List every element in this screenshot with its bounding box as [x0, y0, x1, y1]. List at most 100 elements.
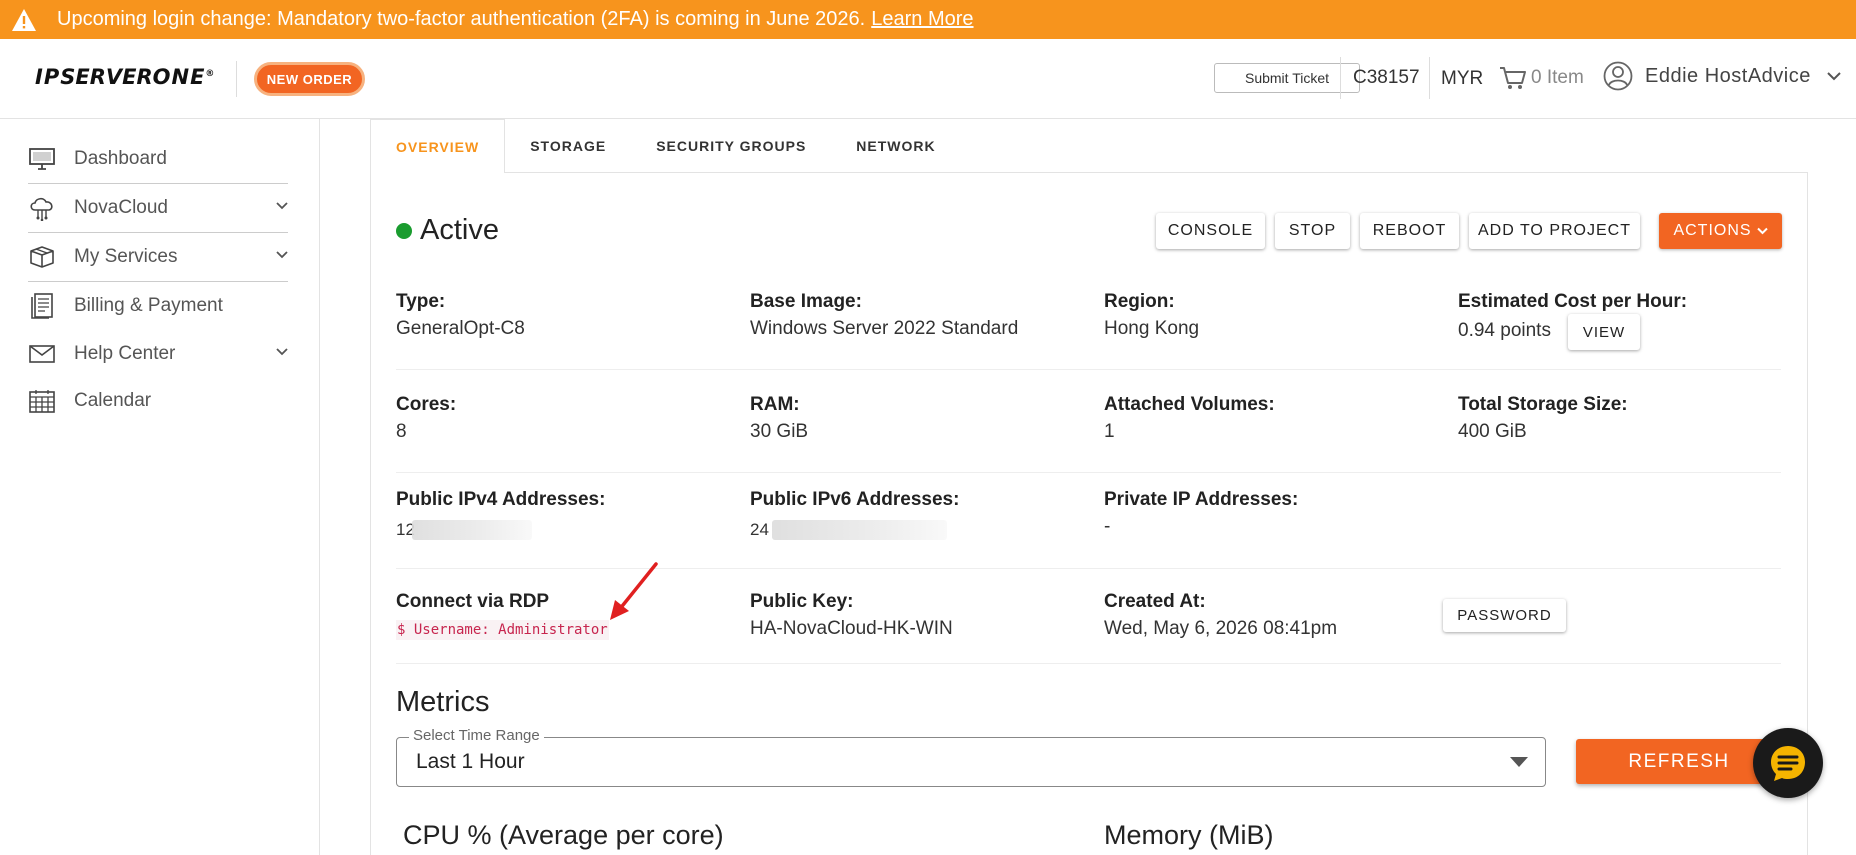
ipv6-label: Public IPv6 Addresses:	[750, 489, 960, 510]
rdp-username-code: $ Username: Administrator	[396, 620, 609, 640]
attached-volumes-value: 1	[1104, 421, 1115, 442]
monitor-icon	[28, 146, 56, 172]
rdp-label: Connect via RDP	[396, 591, 550, 612]
private-ip-label: Private IP Addresses:	[1104, 489, 1299, 510]
redacted-ipv4	[412, 520, 532, 540]
stop-button[interactable]: STOP	[1275, 213, 1350, 249]
chevron-down-icon	[276, 251, 288, 259]
base-image-value: Windows Server 2022 Standard	[750, 318, 1019, 339]
currency-selector[interactable]: MYR	[1441, 68, 1483, 90]
divider	[1429, 57, 1430, 99]
base-image-label: Base Image:	[750, 291, 862, 312]
mail-icon	[28, 341, 56, 367]
chevron-down-icon	[1756, 227, 1768, 235]
sidebar-item-novacloud[interactable]: NovaCloud	[28, 184, 288, 232]
sidebar-item-label: My Services	[74, 246, 178, 267]
cost-label: Estimated Cost per Hour:	[1458, 291, 1688, 312]
banner-message: Upcoming login change: Mandatory two-fac…	[57, 8, 866, 30]
ipv6-value: 24	[750, 520, 769, 539]
warning-icon	[12, 8, 36, 31]
memory-chart-title: Memory (MiB)	[1104, 820, 1274, 850]
account-id: C38157	[1353, 67, 1420, 88]
chevron-down-icon	[276, 202, 288, 210]
announcement-banner: Upcoming login change: Mandatory two-fac…	[0, 0, 1856, 39]
divider	[396, 568, 1781, 569]
brand-logo[interactable]: IPSERVERONE®	[35, 65, 215, 89]
region-value: Hong Kong	[1104, 318, 1200, 339]
tab-overview[interactable]: OVERVIEW	[370, 119, 506, 173]
created-at-value: Wed, May 6, 2026 08:41pm	[1104, 618, 1338, 639]
add-to-project-button[interactable]: ADD TO PROJECT	[1469, 213, 1640, 249]
chevron-down-icon	[276, 348, 288, 356]
redacted-ipv6	[772, 520, 947, 540]
created-at-label: Created At:	[1104, 591, 1206, 612]
total-storage-label: Total Storage Size:	[1458, 394, 1628, 415]
sidebar-item-dashboard[interactable]: Dashboard	[28, 135, 288, 183]
status-text: Active	[420, 214, 499, 246]
cost-value: 0.94 points	[1458, 320, 1551, 341]
annotation-arrow	[610, 562, 658, 620]
calendar-icon	[28, 388, 56, 414]
sidebar-item-label: Calendar	[74, 390, 152, 411]
box-icon	[28, 244, 56, 270]
sidebar-item-label: NovaCloud	[74, 197, 168, 218]
user-name: Eddie HostAdvice	[1645, 64, 1811, 87]
console-button[interactable]: CONSOLE	[1156, 213, 1265, 249]
cpu-chart-title: CPU % (Average per core)	[403, 820, 724, 850]
region-label: Region:	[1104, 291, 1175, 312]
sidebar-item-label: Help Center	[74, 343, 176, 364]
public-key-label: Public Key:	[750, 591, 854, 612]
cart-count: 0 Item	[1531, 67, 1584, 88]
divider	[396, 663, 1781, 664]
time-range-value: Last 1 Hour	[416, 750, 525, 773]
type-label: Type:	[396, 291, 446, 312]
password-button[interactable]: PASSWORD	[1443, 599, 1566, 632]
sidebar-item-billing[interactable]: Billing & Payment	[28, 282, 288, 330]
time-range-select[interactable]: Select Time Range Last 1 Hour	[396, 727, 1546, 787]
tab-storage[interactable]: STORAGE	[505, 119, 631, 173]
invoice-icon	[28, 293, 56, 319]
divider	[236, 61, 237, 97]
metrics-title: Metrics	[396, 686, 490, 718]
public-key-value: HA-NovaCloud-HK-WIN	[750, 618, 953, 639]
tab-network[interactable]: NETWORK	[831, 119, 960, 173]
learn-more-link[interactable]: Learn More	[871, 8, 973, 31]
reboot-button[interactable]: REBOOT	[1360, 213, 1459, 249]
sidebar-item-label: Dashboard	[74, 148, 167, 169]
cart-icon	[1500, 67, 1526, 89]
status-indicator	[396, 222, 412, 239]
divider	[396, 369, 1781, 370]
chevron-down-icon	[1827, 71, 1841, 80]
divider	[1340, 57, 1341, 99]
total-storage-value: 400 GiB	[1458, 421, 1527, 442]
ram-value: 30 GiB	[750, 421, 809, 442]
ipv4-label: Public IPv4 Addresses:	[396, 489, 606, 510]
view-cost-button[interactable]: VIEW	[1568, 314, 1640, 350]
new-order-button[interactable]: NEW ORDER	[254, 62, 365, 96]
divider	[396, 472, 1781, 473]
type-value: GeneralOpt-C8	[396, 318, 525, 339]
sidebar-item-calendar[interactable]: Calendar	[28, 377, 288, 425]
instance-status: Active	[396, 214, 499, 247]
cores-value: 8	[396, 421, 407, 442]
cart-button[interactable]: 0 Item	[1499, 65, 1584, 91]
attached-volumes-label: Attached Volumes:	[1104, 394, 1275, 415]
top-bar: IPSERVERONE® NEW ORDER Submit Ticket C38…	[0, 39, 1856, 119]
user-menu[interactable]: Eddie HostAdvice	[1603, 61, 1841, 91]
submit-ticket-button[interactable]: Submit Ticket	[1214, 63, 1360, 93]
sidebar-item-help-center[interactable]: Help Center	[28, 330, 288, 378]
cloud-icon	[28, 195, 56, 221]
sidebar-item-my-services[interactable]: My Services	[28, 233, 288, 281]
chat-icon	[1771, 746, 1805, 781]
time-range-legend: Select Time Range	[409, 727, 544, 744]
refresh-button[interactable]: REFRESH	[1576, 739, 1782, 784]
ram-label: RAM:	[750, 394, 800, 415]
chat-widget-button[interactable]	[1753, 728, 1823, 798]
actions-dropdown-button[interactable]: ACTIONS	[1659, 213, 1782, 249]
dropdown-caret-icon	[1510, 757, 1528, 767]
cores-label: Cores:	[396, 394, 457, 415]
tab-security-groups[interactable]: SECURITY GROUPS	[631, 119, 831, 173]
private-ip-value: -	[1104, 516, 1111, 537]
actions-label: ACTIONS	[1673, 222, 1752, 239]
user-avatar-icon	[1603, 61, 1633, 91]
